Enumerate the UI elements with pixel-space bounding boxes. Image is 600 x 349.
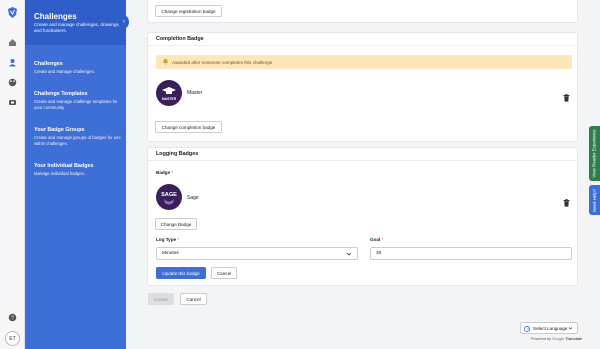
- translate-link[interactable]: Translate: [565, 337, 582, 341]
- chevron-down-icon: [568, 326, 573, 332]
- change-completion-badge-button[interactable]: Change completion badge: [155, 121, 222, 133]
- palette-icon[interactable]: [7, 77, 18, 88]
- change-registration-badge-button[interactable]: Change registration badge: [155, 5, 222, 17]
- sidebar-item-badge-groups[interactable]: Your Badge Groups Create and manage grou…: [34, 127, 122, 146]
- goal-input[interactable]: 30: [370, 247, 572, 260]
- avatar[interactable]: ET: [5, 331, 20, 346]
- collapse-sidebar-button[interactable]: ‹: [119, 14, 129, 30]
- app-logo-icon[interactable]: [6, 6, 19, 19]
- sidebar-item-description: Create and manage challenges.: [34, 69, 95, 74]
- completion-notice-text: Awarded after someone completes this cha…: [172, 59, 273, 65]
- create-button[interactable]: Create: [148, 293, 174, 305]
- sidebar-description: Create and manage challenges, drawings, …: [34, 22, 121, 33]
- trash-icon[interactable]: [563, 89, 570, 102]
- chevron-down-icon: [346, 251, 352, 257]
- registration-badge-card: Change registration badge: [147, 0, 578, 23]
- sage-badge-text: SAGE: [161, 192, 177, 198]
- change-badge-button[interactable]: Change Badge: [155, 218, 197, 230]
- cancel-button[interactable]: Cancel: [180, 293, 207, 305]
- bell-icon: [162, 58, 169, 65]
- view-reader-experience-label: View Reader Experience: [592, 129, 597, 178]
- log-type-label-text: Log Type: [156, 237, 177, 242]
- svg-text:?: ?: [11, 315, 14, 321]
- update-badge-button[interactable]: Update this badge: [156, 267, 206, 279]
- google-g-icon: [523, 325, 531, 333]
- sidebar-item-label: Challenge Templates: [34, 91, 88, 97]
- help-icon[interactable]: ?: [7, 312, 18, 323]
- need-help-tab[interactable]: Need Help?: [589, 185, 600, 215]
- sidebar-item-challenges[interactable]: Challenges Create and manage challenges.: [34, 61, 122, 75]
- user-icon[interactable]: [7, 57, 18, 68]
- language-select-label: Select Language: [533, 325, 568, 331]
- goal-value: 30: [376, 251, 382, 256]
- home-icon[interactable]: [7, 37, 18, 48]
- icon-rail: ? ET: [0, 0, 25, 349]
- log-type-label: Log Type *: [156, 237, 179, 242]
- cancel-update-button[interactable]: Cancel: [211, 267, 237, 279]
- required-marker: *: [381, 237, 384, 242]
- sidebar-title: Challenges: [34, 12, 77, 21]
- google-wordmark: Google: [552, 337, 565, 341]
- logging-badges-heading: Logging Badges: [148, 148, 577, 161]
- master-badge-text: MASTER: [162, 97, 177, 101]
- chevron-left-icon: ‹: [123, 19, 125, 25]
- trash-icon[interactable]: [563, 194, 570, 207]
- sidebar-item-challenge-templates[interactable]: Challenge Templates Create and manage ch…: [34, 91, 122, 110]
- sidebar-item-individual-badges[interactable]: Your Individual Badges Manage individual…: [34, 163, 122, 177]
- completion-notice: Awarded after someone completes this cha…: [156, 55, 572, 69]
- goal-label-text: Goal: [370, 237, 381, 242]
- completion-badge-heading: Completion Badge: [148, 33, 577, 46]
- badge-label-text: Badge: [156, 170, 171, 175]
- sidebar: Challenges Create and manage challenges,…: [25, 0, 126, 349]
- media-icon[interactable]: [7, 97, 18, 108]
- sidebar-item-description: Create and manage challenge templates fo…: [34, 99, 118, 110]
- need-help-label: Need Help?: [592, 188, 598, 212]
- logging-badge-name: Sage: [187, 195, 199, 201]
- required-marker: *: [171, 170, 174, 175]
- log-type-value: Minutes: [162, 251, 179, 256]
- sidebar-item-label: Challenges: [34, 61, 63, 67]
- log-type-select[interactable]: Minutes: [156, 247, 358, 260]
- sidebar-item-label: Your Badge Groups: [34, 127, 85, 133]
- required-marker: *: [177, 237, 180, 242]
- master-badge-image: MASTER: [156, 80, 182, 106]
- language-select[interactable]: Select Language: [520, 322, 578, 334]
- badge-field-label: Badge *: [156, 170, 173, 175]
- sidebar-item-label: Your Individual Badges: [34, 163, 94, 169]
- logging-badges-card: Logging Badges Badge * SAGE Sage Change …: [147, 147, 578, 286]
- sidebar-item-description: Create and manage groups of badges for u…: [34, 135, 121, 146]
- goal-label: Goal *: [370, 237, 383, 242]
- powered-by-note: Powered by Google Translate: [531, 337, 582, 341]
- completion-badge-card: Completion Badge Awarded after someone c…: [147, 32, 578, 142]
- powered-by-text: Powered by: [531, 337, 552, 341]
- sidebar-item-description: Manage individual badges.: [34, 171, 86, 176]
- sage-badge-image: SAGE: [156, 184, 182, 210]
- completion-badge-name: Master: [187, 90, 203, 96]
- view-reader-experience-tab[interactable]: View Reader Experience: [589, 126, 600, 181]
